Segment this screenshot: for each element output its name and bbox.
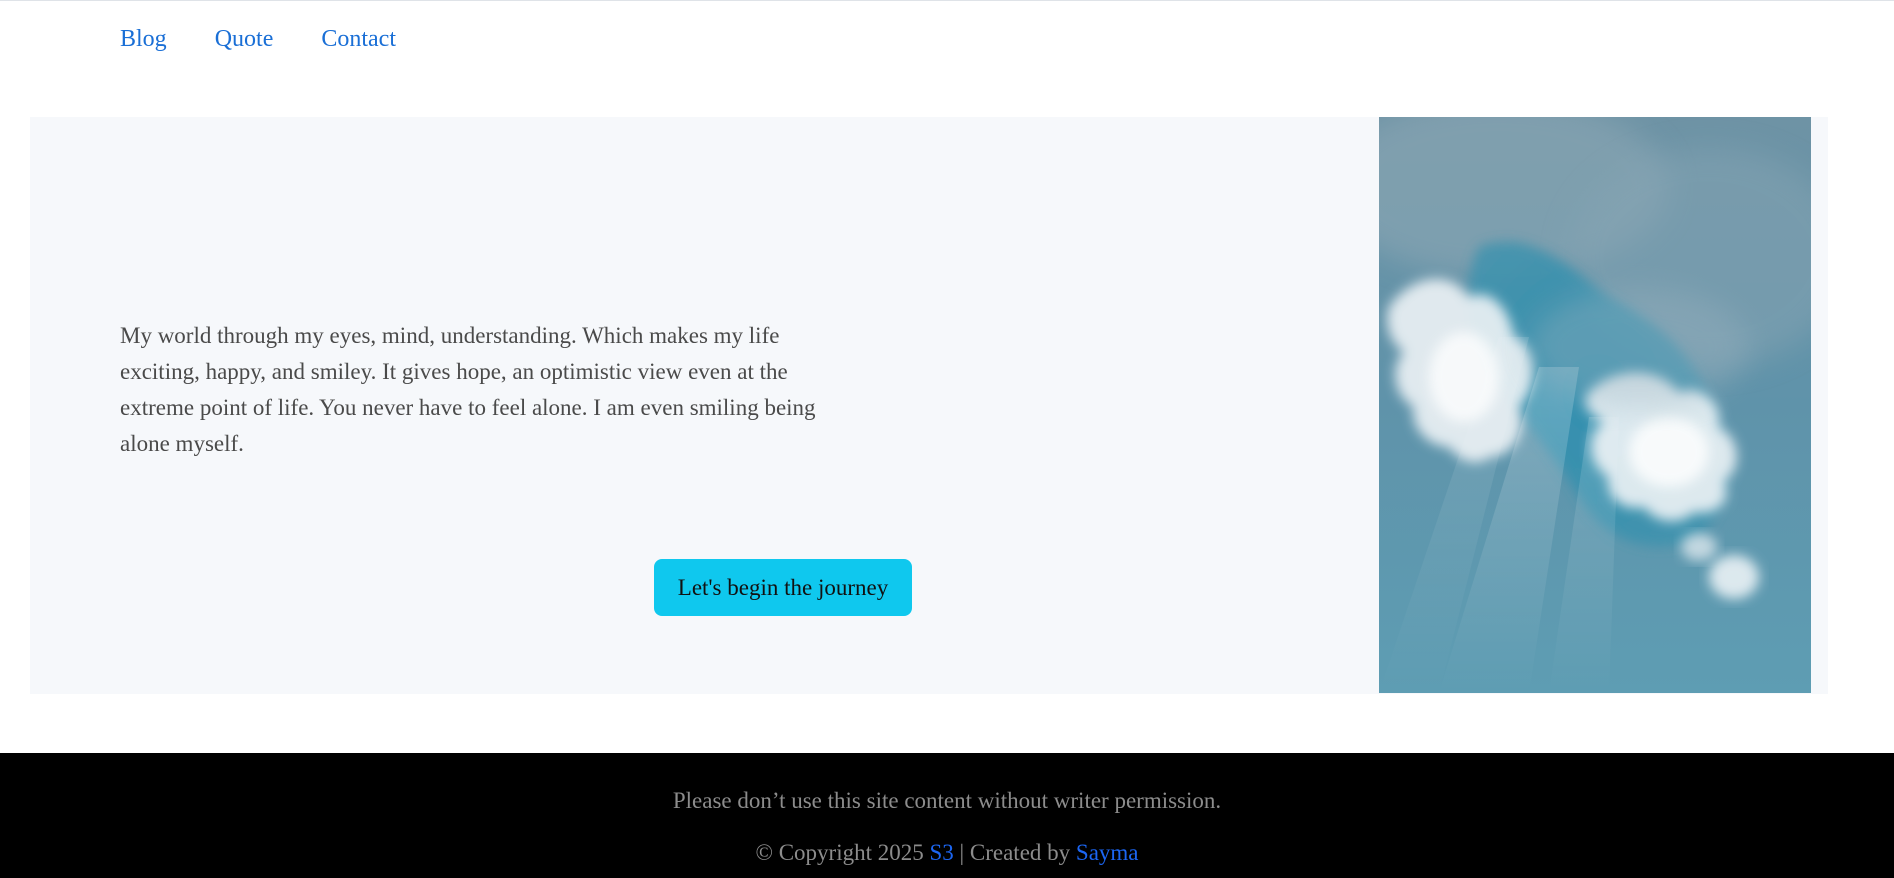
nav-link-blog[interactable]: Blog: [120, 22, 167, 56]
site-footer: Please don’t use this site content witho…: [0, 753, 1894, 878]
main-nav: Blog Quote Contact: [120, 22, 444, 56]
sky-illustration: [1379, 117, 1811, 693]
author-link[interactable]: Sayma: [1076, 840, 1139, 865]
top-border: [0, 0, 1894, 1]
footer-notice: Please don’t use this site content witho…: [672, 788, 1222, 813]
hero-section: My world through my eyes, mind, understa…: [30, 117, 1828, 694]
site-link[interactable]: S3: [929, 840, 953, 865]
begin-journey-button[interactable]: Let's begin the journey: [654, 559, 912, 616]
created-by-text: | Created by: [959, 840, 1071, 865]
nav-link-quote[interactable]: Quote: [215, 22, 274, 56]
nav-link-contact[interactable]: Contact: [321, 22, 396, 56]
copyright-text: © Copyright 2025: [755, 840, 924, 865]
sky-with-clouds-image: [1379, 117, 1811, 693]
footer-copyright: © Copyright 2025 S3 | Created by Sayma: [0, 836, 1894, 870]
hero-text: My world through my eyes, mind, understa…: [120, 323, 816, 456]
